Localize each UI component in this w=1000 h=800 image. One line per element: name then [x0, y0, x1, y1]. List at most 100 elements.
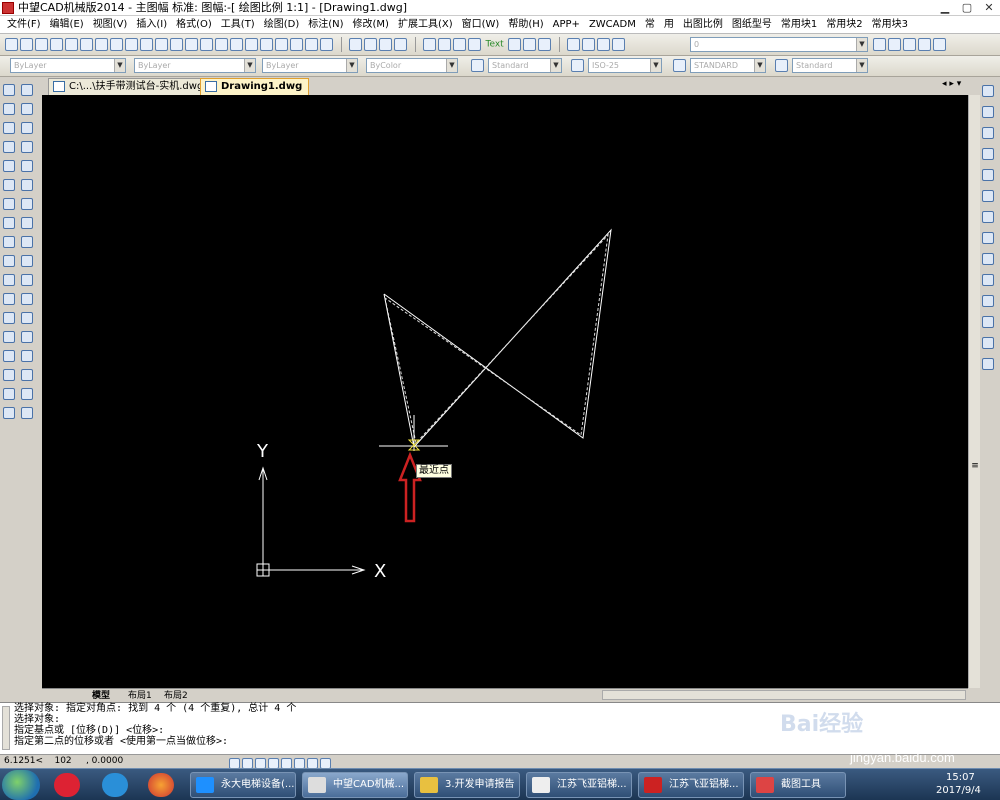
dimension-icon[interactable] [982, 127, 994, 139]
start-button[interactable] [2, 770, 40, 800]
dimension-icon[interactable] [982, 148, 994, 160]
dimension-icon[interactable] [215, 38, 228, 51]
tab-scroll-arrows[interactable]: ◂ ▸ ▾ [942, 79, 961, 89]
dimension-icon[interactable] [125, 38, 138, 51]
model-toggle-icon[interactable] [320, 757, 331, 769]
match-properties-icon[interactable] [21, 407, 33, 419]
menu-zwcadm[interactable]: ZWCADM [588, 17, 637, 32]
toolbar-icon[interactable] [349, 38, 362, 51]
tab-document-1[interactable]: C:\...\扶手带测试台-实机.dwg [48, 78, 211, 95]
command-window-grip[interactable] [2, 706, 10, 750]
dimension-icon[interactable] [5, 38, 18, 51]
erase-icon[interactable] [21, 84, 33, 96]
dimension-icon[interactable] [290, 38, 303, 51]
move-icon[interactable] [21, 179, 33, 191]
dimension-icon[interactable] [95, 38, 108, 51]
dimension-icon[interactable] [982, 295, 994, 307]
dimension-icon[interactable] [230, 38, 243, 51]
lineweight-toggle-icon[interactable] [307, 757, 318, 769]
dim-style-combo[interactable]: ISO-25 ▼ [588, 58, 662, 73]
toolbar-icon[interactable] [438, 38, 451, 51]
insert-block-icon[interactable] [3, 293, 15, 305]
lightbulb-icon[interactable] [582, 38, 596, 51]
stretch-icon[interactable] [21, 236, 33, 248]
lineweight-combo[interactable]: ByLayer ▼ [262, 58, 358, 73]
text-tool-button[interactable]: Text [486, 40, 504, 50]
osnap-toggle-icon[interactable] [281, 757, 292, 769]
join-icon[interactable] [21, 312, 33, 324]
vertical-scrollbar[interactable]: ≡ [968, 95, 980, 688]
make-block-icon[interactable] [3, 312, 15, 324]
dimension-icon[interactable] [982, 232, 994, 244]
dimension-icon[interactable] [982, 358, 994, 370]
text-style-combo[interactable]: Standard ▼ [488, 58, 562, 73]
polar-toggle-icon[interactable] [268, 757, 279, 769]
maximize-button[interactable]: ▢ [956, 0, 978, 16]
polyline-icon[interactable] [3, 103, 15, 115]
pinned-app-icon[interactable] [54, 773, 80, 797]
grid-toggle-icon[interactable] [242, 757, 253, 769]
clock-date[interactable]: 2017/9/4 [936, 785, 981, 796]
table-style-combo[interactable]: STANDARD ▼ [690, 58, 766, 73]
toolbar-icon[interactable] [364, 38, 377, 51]
layer-icon[interactable] [888, 37, 901, 51]
multileader-style-combo[interactable]: Standard ▼ [792, 58, 868, 73]
linetype-combo[interactable]: ByLayer ▼ [134, 58, 256, 73]
dimension-icon[interactable] [245, 38, 258, 51]
drawing-canvas[interactable]: Y X 最近点 [42, 95, 968, 688]
tab-layout1[interactable]: 布局1 [128, 688, 152, 701]
lock-icon[interactable] [612, 38, 626, 51]
offset-icon[interactable] [21, 141, 33, 153]
table-icon[interactable] [3, 388, 15, 400]
text-icon[interactable] [3, 407, 15, 419]
menu-modify[interactable]: 修改(M) [352, 17, 390, 32]
layer-manager-icon[interactable] [567, 38, 581, 51]
menu-file[interactable]: 文件(F) [6, 17, 42, 32]
toolbar-icon[interactable] [379, 38, 392, 51]
ellipse-icon[interactable] [3, 255, 15, 267]
dimension-icon[interactable] [155, 38, 168, 51]
tab-document-2[interactable]: Drawing1.dwg [200, 78, 310, 95]
menu-yong[interactable]: 用 [663, 17, 675, 32]
dimension-icon[interactable] [982, 316, 994, 328]
layer-combo[interactable]: ByLayer ▼ [10, 58, 126, 73]
tab-model[interactable]: 模型 [92, 688, 110, 701]
menu-block1[interactable]: 常用块1 [780, 17, 818, 32]
explode-icon[interactable] [21, 369, 33, 381]
region-icon[interactable] [3, 369, 15, 381]
dimension-icon[interactable] [982, 190, 994, 202]
toolbar-icon[interactable] [468, 38, 481, 51]
toolbar-icon[interactable] [523, 38, 537, 51]
dimension-icon[interactable] [65, 38, 78, 51]
mirror-icon[interactable] [21, 122, 33, 134]
layer-icon[interactable] [903, 37, 916, 51]
taskbar-item[interactable]: 截图工具 [750, 772, 846, 798]
scale-icon[interactable] [21, 217, 33, 229]
menu-plot-scale[interactable]: 出图比例 [682, 17, 724, 32]
arc-icon[interactable] [3, 179, 15, 191]
dimension-icon[interactable] [982, 253, 994, 265]
taskbar-item-active[interactable]: 中望CAD机械... [302, 772, 408, 798]
taskbar-item[interactable]: 永大电梯设备(... [190, 772, 296, 798]
fillet-icon[interactable] [21, 350, 33, 362]
menu-sheet-size[interactable]: 图纸型号 [731, 17, 773, 32]
ortho-toggle-icon[interactable] [255, 757, 266, 769]
dimension-icon[interactable] [320, 38, 333, 51]
menu-dimension[interactable]: 标注(N) [307, 17, 344, 32]
dimension-icon[interactable] [982, 169, 994, 181]
menu-tools[interactable]: 工具(T) [220, 17, 256, 32]
arc-icon[interactable] [3, 122, 15, 134]
dimension-icon[interactable] [185, 38, 198, 51]
toolbar-icon[interactable] [453, 38, 466, 51]
dimension-icon[interactable] [275, 38, 288, 51]
dimension-icon[interactable] [110, 38, 123, 51]
circle-icon[interactable] [3, 198, 15, 210]
layer-icon[interactable] [873, 37, 886, 51]
cloud-icon[interactable] [3, 217, 15, 229]
menu-block3[interactable]: 常用块3 [871, 17, 909, 32]
menu-chang[interactable]: 常 [644, 17, 656, 32]
snap-toggle-icon[interactable] [229, 757, 240, 769]
properties-icon[interactable] [21, 388, 33, 400]
dimension-icon[interactable] [982, 85, 994, 97]
array-icon[interactable] [21, 160, 33, 172]
